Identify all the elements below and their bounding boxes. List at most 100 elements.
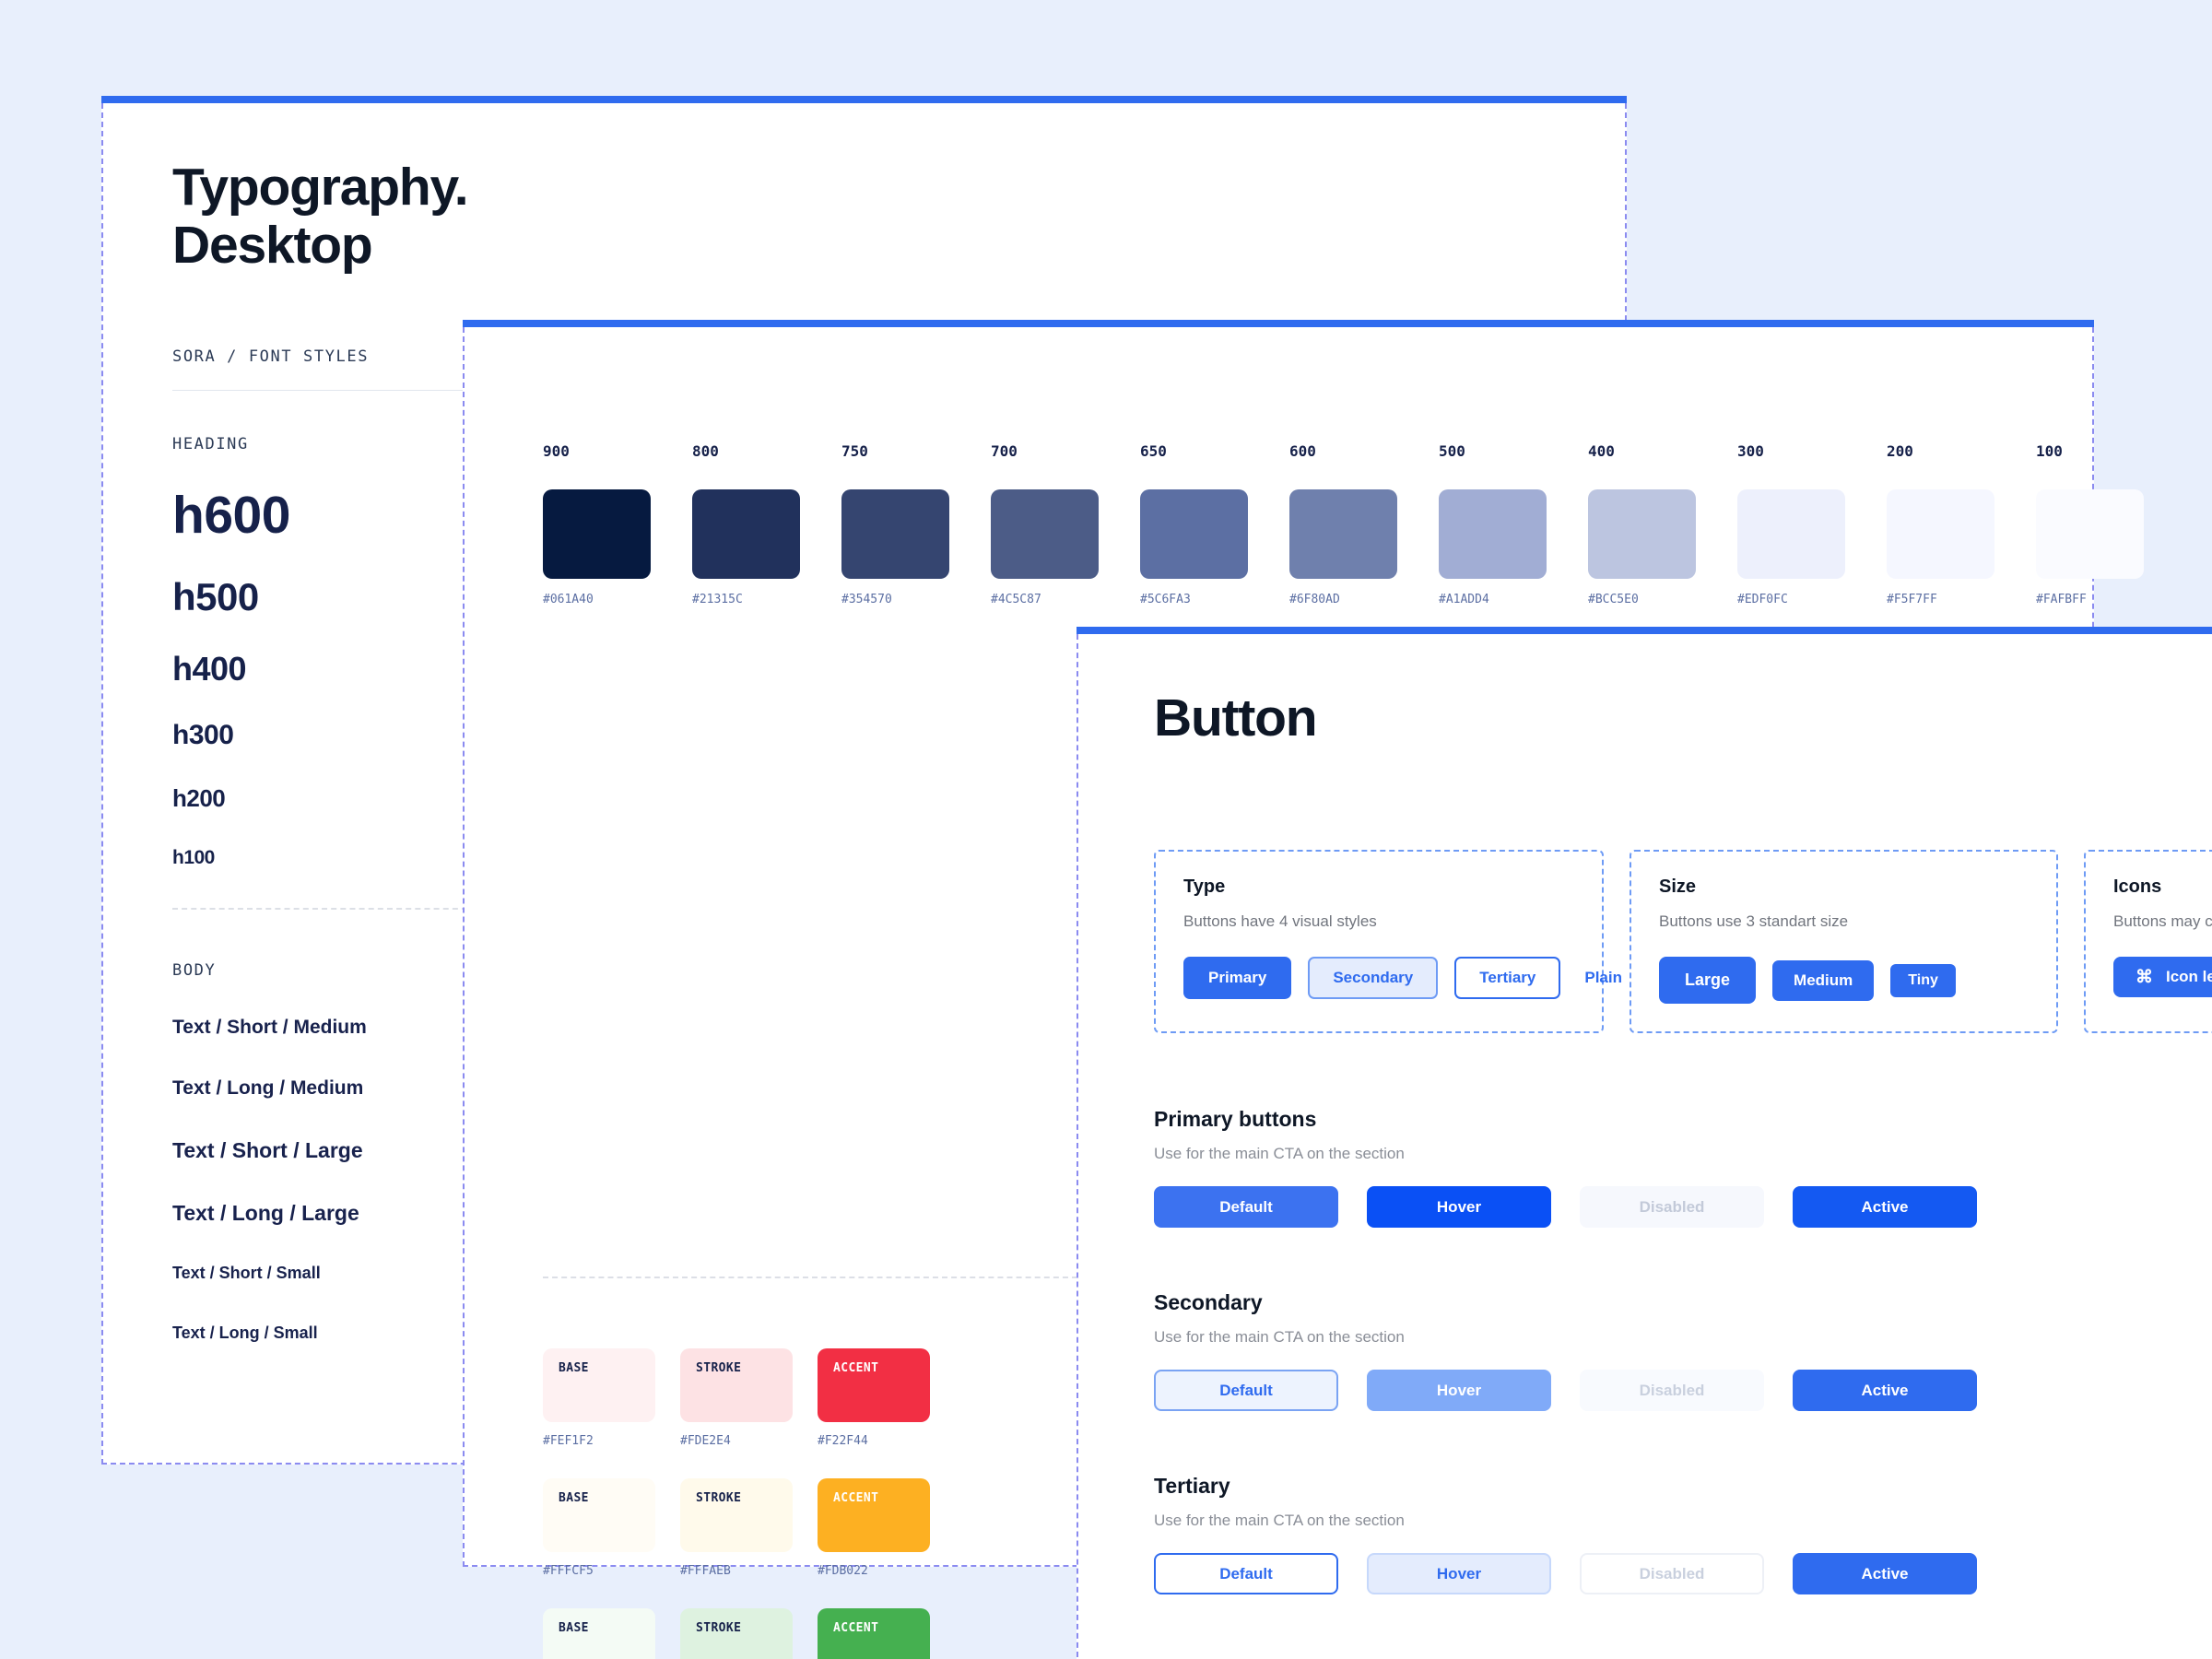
semantic-swatch-box: ACCENT: [818, 1348, 930, 1422]
semantic-swatch-tag: ACCENT: [833, 1621, 879, 1635]
spec-icons-title: Icons: [2113, 877, 2162, 897]
semantic-swatch-hex: #F22F44: [818, 1434, 868, 1448]
primary-section-title: Primary buttons: [1154, 1107, 1317, 1131]
semantic-swatch-hex: #FEF1F2: [543, 1434, 594, 1448]
color-swatch-cell: 400 #BCC5E0: [1588, 442, 1696, 606]
color-swatch-box: [2036, 489, 2144, 579]
semantic-swatch-tag: STROKE: [696, 1361, 742, 1375]
semantic-swatch-box: ACCENT: [818, 1478, 930, 1552]
color-swatch-cell: 750 #354570: [841, 442, 949, 606]
body-sample-short-large: Text / Short / Large: [172, 1138, 363, 1163]
heading-section-label: HEADING: [172, 435, 249, 454]
command-icon: ⌘: [2136, 967, 2153, 987]
color-swatch-box: [1887, 489, 1994, 579]
semantic-swatch-cell: BASE #FFFCF5: [543, 1478, 655, 1578]
primary-section-desc: Use for the main CTA on the section: [1154, 1145, 1405, 1162]
color-swatch-box: [543, 489, 651, 579]
heading-scale-list: h600 h500 h400 h300 h200 h100: [172, 485, 472, 869]
size-option-tiny[interactable]: Tiny: [1890, 963, 1956, 997]
semantic-swatch-box: STROKE: [680, 1478, 793, 1552]
semantic-swatch-box: BASE: [543, 1478, 655, 1552]
heading-sample-h600: h600: [172, 486, 290, 546]
color-swatch-cell: 600 #6F80AD: [1289, 442, 1397, 606]
semantic-swatch-box: BASE: [543, 1608, 655, 1659]
semantic-swatch-cell: ACCENT#45B050: [818, 1608, 930, 1659]
panel-accent-bar: [1077, 627, 2212, 634]
tertiary-button-disabled: Disabled: [1580, 1553, 1764, 1594]
color-swatch-cell: 100 #FAFBFF: [2036, 442, 2144, 606]
color-swatch-tone: 800: [692, 442, 719, 460]
color-swatch-cell: 700 #4C5C87: [991, 442, 1099, 606]
tertiary-button-default[interactable]: Default: [1154, 1553, 1338, 1594]
color-swatch-tone: 300: [1737, 442, 1764, 460]
color-swatch-hex: #A1ADD4: [1439, 593, 1489, 606]
icon-left-button-label: Icon left: [2166, 968, 2212, 985]
body-sample-short-small: Text / Short / Small: [172, 1264, 321, 1283]
color-swatch-cell: 300 #EDF0FC: [1737, 442, 1845, 606]
color-swatch-tone: 600: [1289, 442, 1316, 460]
body-scale-list: Text / Short / Medium Text / Long / Medi…: [172, 1017, 472, 1343]
semantic-swatch-hex: #FDB022: [818, 1564, 868, 1578]
semantic-swatch-box: STROKE: [680, 1348, 793, 1422]
semantic-swatch-cell: STROKE#DEF2E0: [680, 1608, 793, 1659]
body-section-label: BODY: [172, 961, 217, 981]
secondary-button-default[interactable]: Default: [1154, 1370, 1338, 1411]
primary-button-hover[interactable]: Hover: [1367, 1186, 1551, 1228]
primary-button-active[interactable]: Active: [1793, 1186, 1977, 1228]
color-swatch-hex: #BCC5E0: [1588, 593, 1639, 606]
button-panel-title: Button: [1154, 688, 1318, 747]
semantic-swatch-hex: #FFFAEB: [680, 1564, 731, 1578]
heading-body-divider: [172, 908, 467, 911]
semantic-swatch-hex: #FFFCF5: [543, 1564, 594, 1578]
color-swatch-tone: 100: [2036, 442, 2063, 460]
semantic-swatch-tag: BASE: [559, 1491, 589, 1505]
tertiary-section-title: Tertiary: [1154, 1474, 1230, 1498]
spec-type-title: Type: [1183, 877, 1226, 897]
semantic-swatch-tag: STROKE: [696, 1621, 742, 1635]
semantic-swatch-cell: STROKE #FFFAEB: [680, 1478, 793, 1578]
icon-left-button[interactable]: ⌘ Icon left: [2113, 957, 2212, 997]
panel-accent-bar: [463, 320, 2094, 327]
size-option-medium[interactable]: Medium: [1772, 959, 1875, 1001]
button-spec-boxes: Type Buttons have 4 visual styles Primar…: [1154, 850, 2212, 1033]
type-option-plain[interactable]: Plain: [1577, 957, 1630, 999]
button-panel: Button Type Buttons have 4 visual styles…: [1077, 627, 2212, 1659]
semantic-swatch-cell: ACCENT #FDB022: [818, 1478, 930, 1578]
type-option-secondary[interactable]: Secondary: [1308, 957, 1439, 999]
secondary-section-title: Secondary: [1154, 1290, 1263, 1314]
type-option-tertiary[interactable]: Tertiary: [1454, 957, 1561, 999]
heading-sample-h200: h200: [172, 784, 226, 813]
color-swatch-box: [1140, 489, 1248, 579]
semantic-swatch-hex: #FDE2E4: [680, 1434, 731, 1448]
spec-size-desc: Buttons use 3 standart size: [1659, 912, 1849, 930]
semantic-swatch-tag: ACCENT: [833, 1361, 879, 1375]
heading-sample-h400: h400: [172, 650, 247, 688]
semantic-swatch-cell: ACCENT #F22F44: [818, 1348, 930, 1448]
semantic-swatch-box: STROKE: [680, 1608, 793, 1659]
body-sample-long-medium: Text / Long / Medium: [172, 1077, 364, 1100]
secondary-button-hover[interactable]: Hover: [1367, 1370, 1551, 1411]
spec-size-title: Size: [1659, 877, 1697, 897]
secondary-button-disabled: Disabled: [1580, 1370, 1764, 1411]
color-swatch-hex: #4C5C87: [991, 593, 1041, 606]
color-swatch-tone: 900: [543, 442, 570, 460]
heading-sample-h300: h300: [172, 720, 234, 751]
secondary-section-desc: Use for the main CTA on the section: [1154, 1328, 1405, 1346]
tertiary-button-active[interactable]: Active: [1793, 1553, 1977, 1594]
section-primary-buttons: Primary buttons Use for the main CTA on …: [1154, 1107, 2212, 1228]
color-swatch-cell: 650 #5C6FA3: [1140, 442, 1248, 606]
tertiary-button-hover[interactable]: Hover: [1367, 1553, 1551, 1594]
semantic-color-groups: BASE #FEF1F2 STROKE #FDE2E4 ACCENT #F22F44 BAS…: [543, 1348, 930, 1659]
size-option-large[interactable]: Large: [1659, 957, 1757, 1004]
primary-button-default[interactable]: Default: [1154, 1186, 1338, 1228]
color-swatch-box: [1737, 489, 1845, 579]
secondary-button-active[interactable]: Active: [1793, 1370, 1977, 1411]
semantic-color-row: BASE #FFFCF5 STROKE #FFFAEB ACCENT #FDB022: [543, 1478, 930, 1578]
spec-icons-desc: Buttons may con: [2113, 912, 2212, 930]
tertiary-section-desc: Use for the main CTA on the section: [1154, 1512, 1405, 1529]
type-option-primary[interactable]: Primary: [1183, 957, 1292, 999]
color-swatch-tone: 500: [1439, 442, 1465, 460]
color-swatch-box: [692, 489, 800, 579]
spec-type-desc: Buttons have 4 visual styles: [1183, 912, 1377, 930]
semantic-color-row: BASE#F4FBF5 STROKE#DEF2E0 ACCENT#45B050: [543, 1608, 930, 1659]
